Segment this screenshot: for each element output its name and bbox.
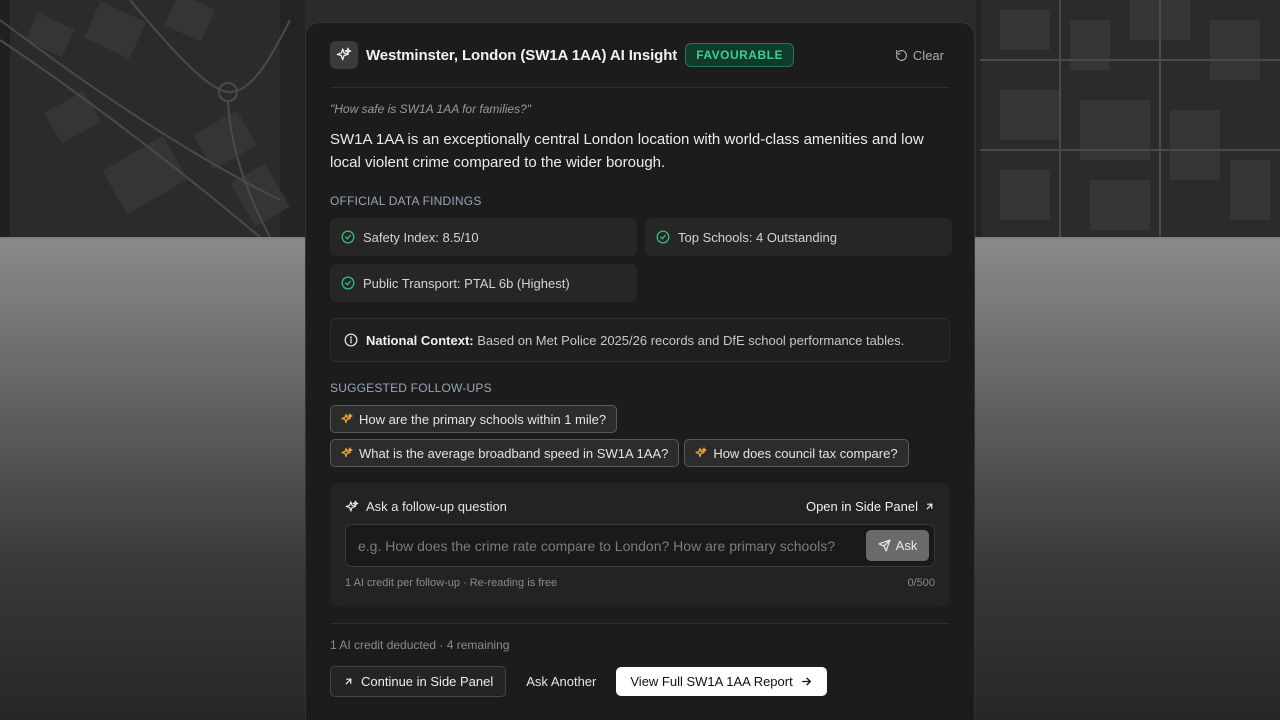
open-side-panel-link[interactable]: Open in Side Panel: [806, 499, 935, 514]
sparkles-icon: [341, 413, 353, 424]
info-icon: [344, 333, 358, 347]
national-context-note: National Context: Based on Met Police 20…: [330, 318, 950, 362]
sparkles-icon: [345, 500, 359, 512]
finding-item: Safety Index: 8.5/10: [330, 218, 637, 256]
user-question: "How safe is SW1A 1AA for families?": [330, 102, 532, 116]
finding-label: Public Transport: PTAL 6b (Highest): [363, 275, 570, 291]
divider: [330, 623, 950, 624]
clear-button[interactable]: Clear: [895, 48, 944, 63]
followup-chip[interactable]: What is the average broadband speed in S…: [330, 439, 680, 467]
report-label: View Full SW1A 1AA Report: [630, 674, 793, 689]
arrow-up-right-icon: [926, 503, 933, 510]
finding-item: Public Transport: PTAL 6b (Highest): [330, 264, 637, 302]
ask-input-wrapper: Ask: [345, 524, 935, 567]
continue-label: Continue in Side Panel: [361, 674, 494, 689]
ask-label: Ask a follow-up question: [366, 499, 507, 514]
findings-heading: OFFICIAL DATA FINDINGS: [330, 194, 482, 208]
arrow-right-icon: [801, 677, 811, 686]
ask-button[interactable]: Ask: [866, 530, 929, 561]
followup-input[interactable]: [358, 537, 866, 554]
chip-label: What is the average broadband speed in S…: [359, 445, 669, 461]
followup-chip[interactable]: How does council tax compare?: [684, 439, 909, 467]
followup-chips: How are the primary schools within 1 mil…: [330, 405, 952, 467]
page-title: Westminster, London (SW1A 1AA) AI Insigh…: [366, 46, 678, 64]
followups-heading: SUGGESTED FOLLOW-UPS: [330, 381, 492, 395]
finding-label: Safety Index: 8.5/10: [363, 229, 479, 245]
chip-label: How does council tax compare?: [713, 445, 898, 461]
finding-item: Top Schools: 4 Outstanding: [645, 218, 952, 256]
followup-question-box: Ask a follow-up question Open in Side Pa…: [330, 483, 950, 607]
send-icon: [878, 539, 891, 552]
ask-button-label: Ask: [895, 538, 918, 553]
context-text: Based on Met Police 2025/26 records and …: [477, 332, 905, 348]
arrow-up-right-icon: [345, 678, 352, 685]
card-header: Westminster, London (SW1A 1AA) AI Insigh…: [330, 23, 950, 88]
sparkles-icon: [695, 447, 707, 458]
ask-another-button[interactable]: Ask Another: [526, 674, 596, 689]
credit-note: 1 AI credit per follow-up · Re-reading i…: [345, 577, 558, 589]
sparkles-icon: [330, 41, 358, 69]
check-circle-icon: [341, 230, 355, 244]
finding-label: Top Schools: 4 Outstanding: [678, 229, 837, 245]
findings-grid: Safety Index: 8.5/10 Top Schools: 4 Outs…: [330, 218, 952, 302]
char-count: 0/500: [907, 577, 935, 589]
context-label: National Context:: [366, 332, 474, 348]
chip-label: How are the primary schools within 1 mil…: [359, 411, 607, 427]
check-circle-icon: [341, 276, 355, 290]
credit-status: 1 AI credit deducted · 4 remaining: [330, 638, 510, 652]
side-panel-label: Open in Side Panel: [805, 499, 918, 514]
footer-actions: Continue in Side Panel Ask Another View …: [330, 666, 950, 697]
sparkles-icon: [341, 447, 353, 458]
reset-icon: [895, 49, 907, 61]
clear-label: Clear: [912, 47, 944, 63]
ai-insight-card: Westminster, London (SW1A 1AA) AI Insigh…: [305, 22, 975, 720]
view-report-button[interactable]: View Full SW1A 1AA Report: [616, 667, 827, 696]
check-circle-icon: [656, 230, 670, 244]
ai-answer: SW1A 1AA is an exceptionally central Lon…: [330, 131, 924, 171]
followup-chip[interactable]: How are the primary schools within 1 mil…: [330, 405, 618, 433]
continue-side-panel-button[interactable]: Continue in Side Panel: [330, 666, 507, 697]
status-badge: FAVOURABLE: [685, 43, 794, 67]
